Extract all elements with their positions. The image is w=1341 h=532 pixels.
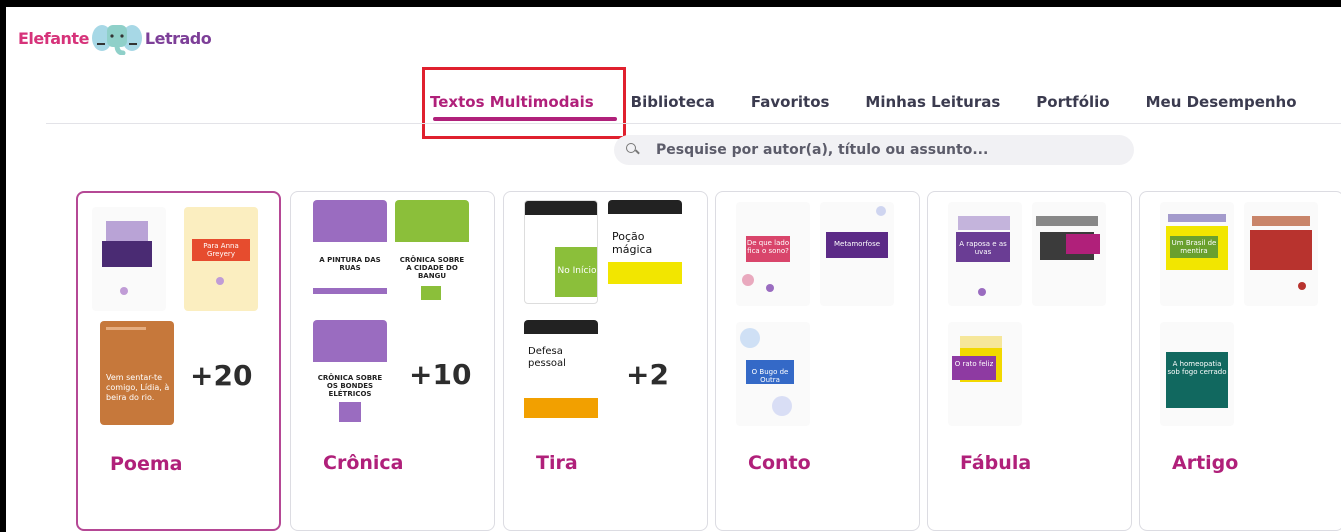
active-tab-underline	[433, 117, 617, 121]
book-thumbnail[interactable]	[92, 207, 166, 311]
book-thumbnail[interactable]: Metamorfose	[820, 202, 894, 306]
category-label: Fábula	[960, 452, 1032, 474]
nav-portfolio[interactable]: Portfólio	[1036, 89, 1109, 115]
nav-biblioteca[interactable]: Biblioteca	[631, 89, 715, 115]
category-card-conto[interactable]: De que lado fica o sono? Metamorfose O B…	[715, 191, 920, 531]
category-card-poema[interactable]: Para Anna Greyery Vem sentar-te comigo, …	[76, 191, 281, 531]
nav-textos-multimodais[interactable]: Textos Multimodais	[430, 89, 594, 115]
book-thumbnail[interactable]: A homeopatia sob fogo cerrado	[1160, 322, 1234, 426]
category-label: Conto	[748, 452, 811, 474]
book-thumbnail[interactable]: Defesa pessoal	[524, 320, 598, 424]
more-count: +20	[190, 359, 253, 392]
book-thumbnail[interactable]: Poção mágica	[608, 200, 682, 304]
category-label: Crônica	[323, 452, 404, 474]
book-thumbnail[interactable]: O Bugo de Outra	[736, 322, 810, 426]
nav-favoritos[interactable]: Favoritos	[751, 89, 830, 115]
category-card-cronica[interactable]: A PINTURA DAS RUAS CRÔNICA SOBRE A CIDAD…	[290, 191, 495, 531]
book-thumbnail[interactable]	[1032, 202, 1106, 306]
logo-word-left: Elefante	[18, 28, 89, 48]
book-thumbnail[interactable]: De que lado fica o sono?	[736, 202, 810, 306]
nav-minhas-leituras[interactable]: Minhas Leituras	[865, 89, 1000, 115]
category-card-fabula[interactable]: A raposa e as uvas O rato feliz Fábula	[927, 191, 1132, 531]
more-count: +10	[409, 358, 472, 391]
book-thumbnail[interactable]	[1244, 202, 1318, 306]
elephant-icon	[91, 21, 143, 56]
book-thumbnail[interactable]: CRÔNICA SOBRE OS BONDES ELÉTRICOS	[313, 320, 387, 424]
category-card-artigo[interactable]: Um Brasil de mentira A homeopatia sob fo…	[1139, 191, 1341, 531]
book-thumbnail[interactable]: No Início	[524, 200, 598, 304]
app-window: Elefante Letrado Textos Multimodais Bibl…	[6, 7, 1341, 532]
elefante-letrado-logo[interactable]: Elefante Letrado	[18, 21, 212, 56]
book-thumbnail[interactable]: Para Anna Greyery	[184, 207, 258, 311]
more-count: +2	[626, 358, 669, 391]
logo-word-right: Letrado	[144, 28, 212, 48]
book-thumbnail[interactable]: O rato feliz	[948, 322, 1022, 426]
category-card-tira[interactable]: No Início Poção mágica Defesa pessoal +2…	[503, 191, 708, 531]
book-thumbnail[interactable]: Um Brasil de mentira	[1160, 202, 1234, 306]
book-thumbnail[interactable]: CRÔNICA SOBRE A CIDADE DO BANGU	[395, 200, 469, 304]
category-label: Artigo	[1172, 452, 1239, 474]
category-label: Tira	[536, 452, 578, 474]
book-thumbnail[interactable]: A PINTURA DAS RUAS	[313, 200, 387, 304]
search-icon	[626, 143, 640, 157]
main-nav: Textos Multimodais Biblioteca Favoritos …	[430, 89, 1297, 115]
nav-meu-desempenho[interactable]: Meu Desempenho	[1146, 89, 1297, 115]
search-bar[interactable]	[614, 135, 1134, 165]
search-input[interactable]	[656, 142, 1116, 158]
category-label: Poema	[110, 453, 183, 475]
book-thumbnail[interactable]: A raposa e as uvas	[948, 202, 1022, 306]
header-divider	[46, 123, 1341, 124]
book-thumbnail[interactable]: Vem sentar-te comigo, Lídia, à beira do …	[100, 321, 174, 425]
